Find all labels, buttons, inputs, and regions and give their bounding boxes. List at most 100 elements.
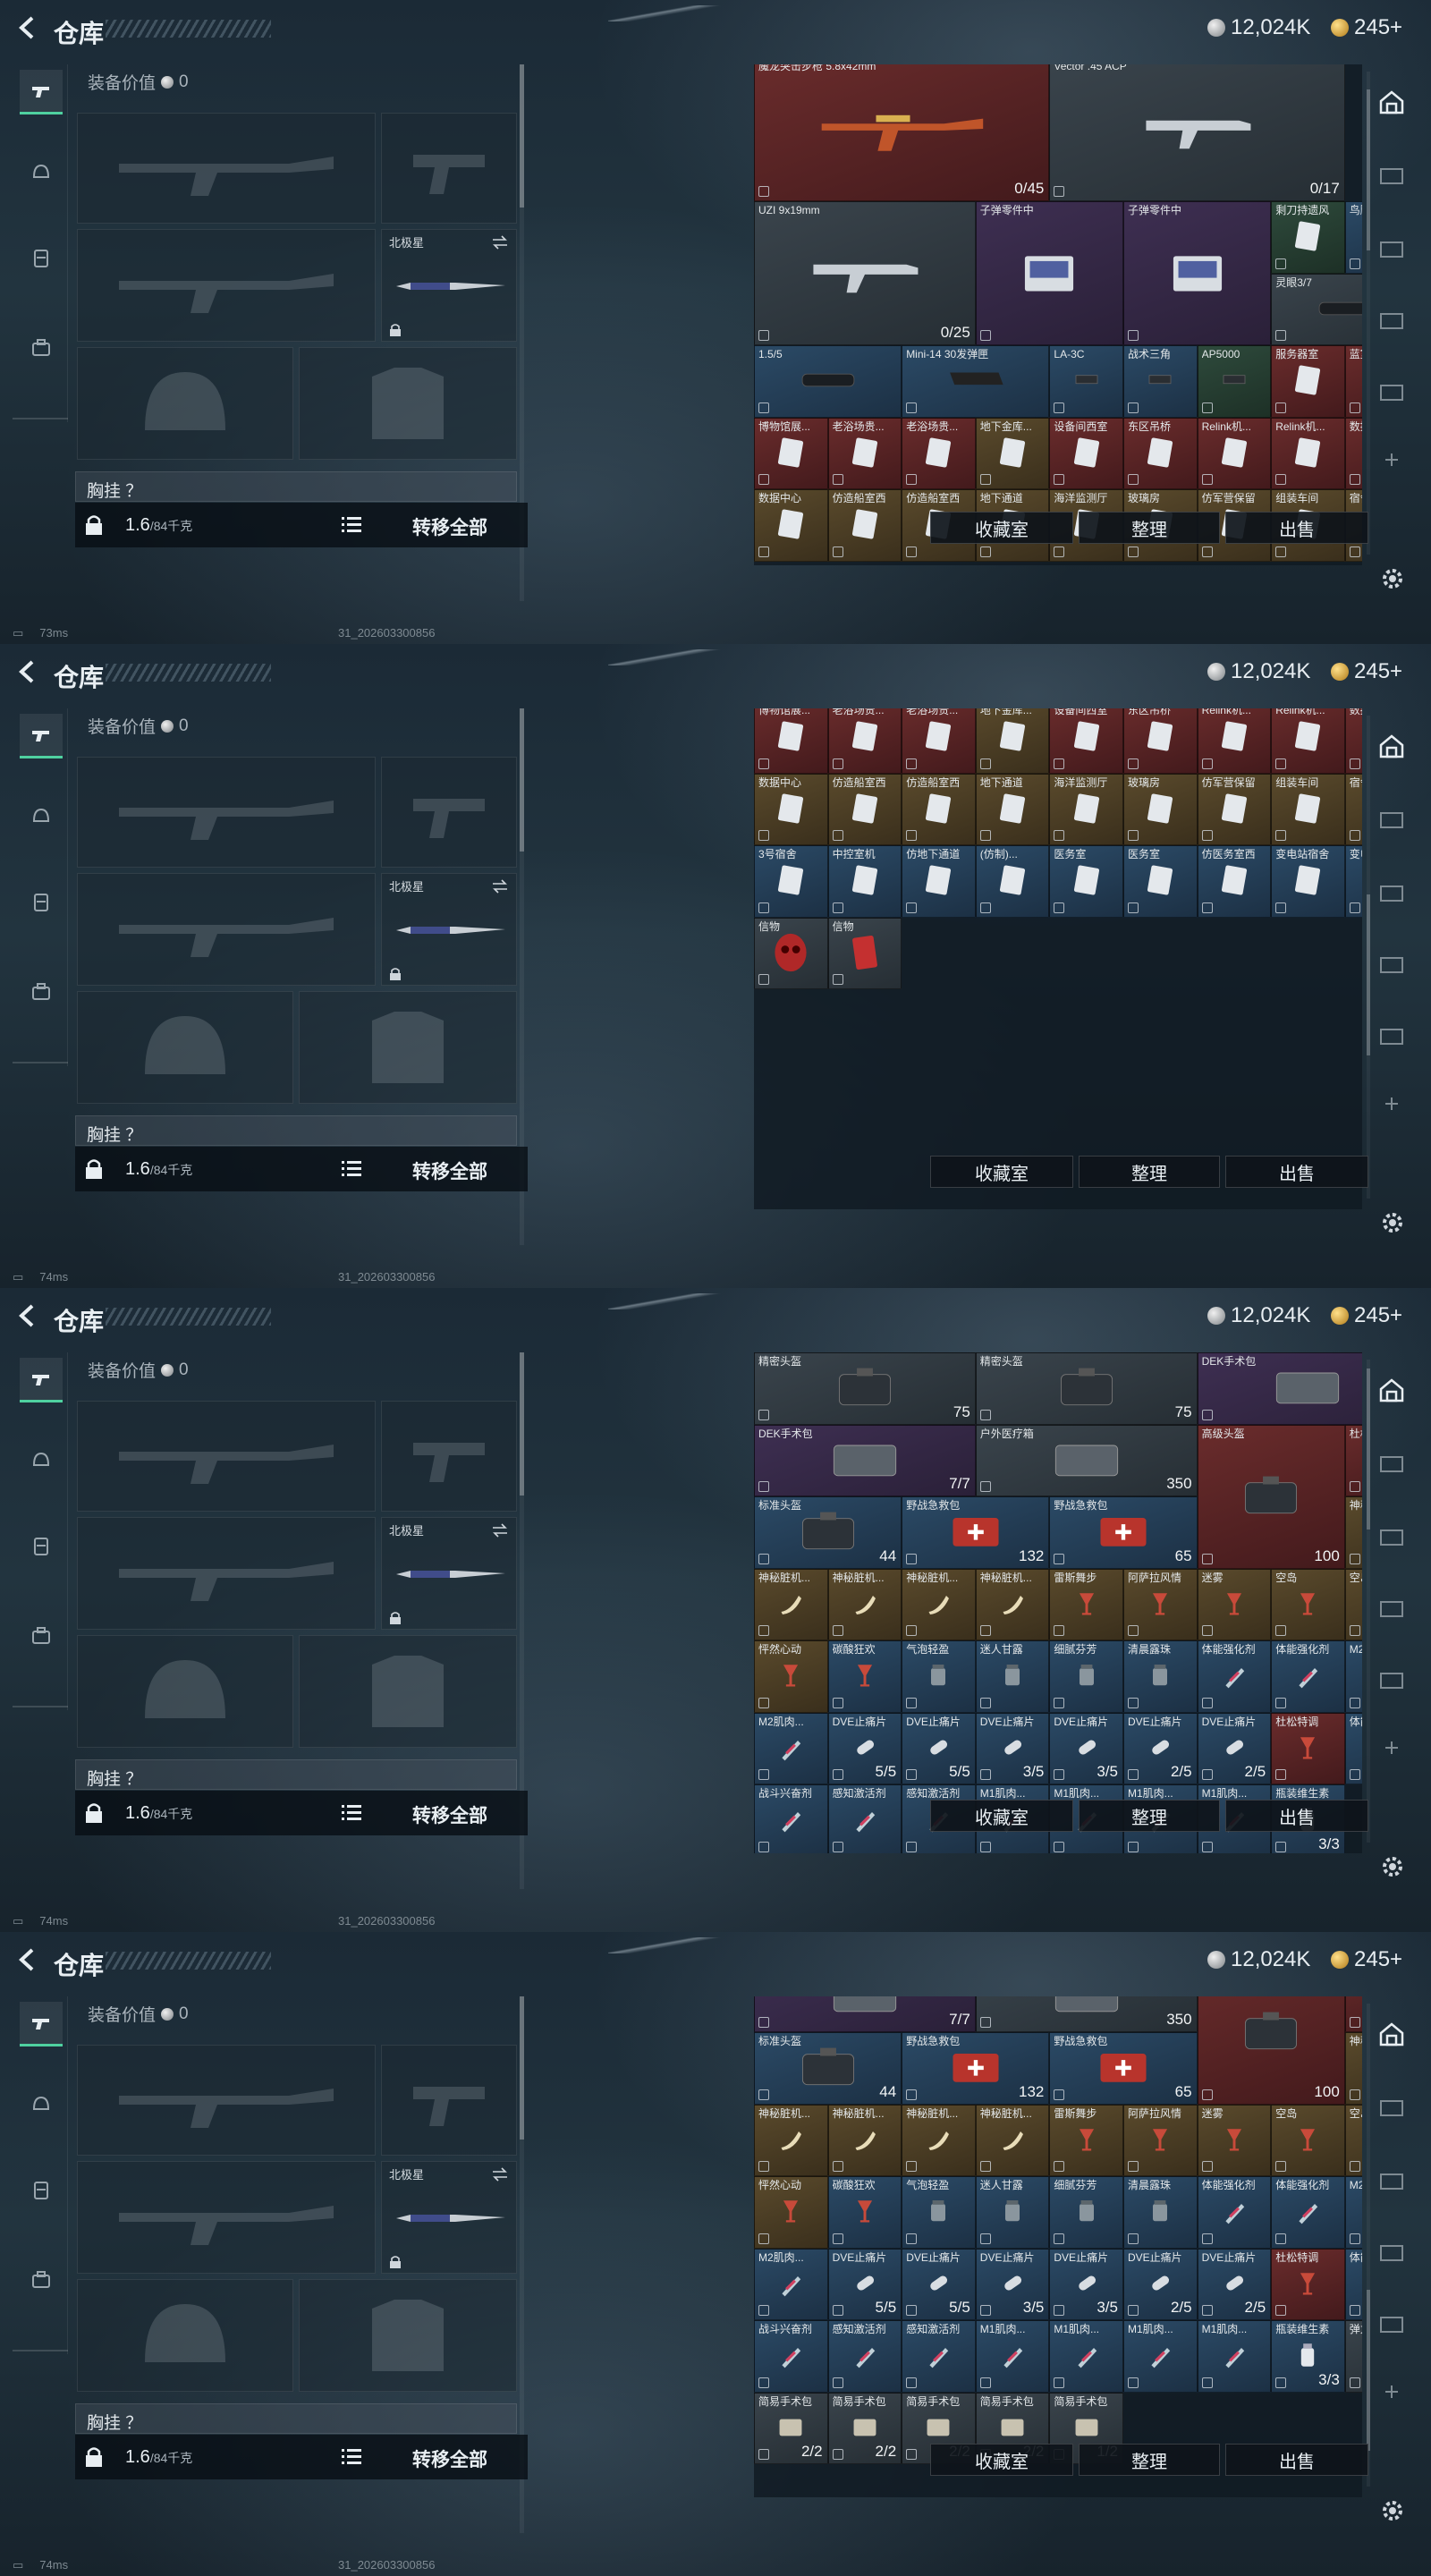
inventory-item[interactable]: 杜松特调 bbox=[1271, 1712, 1345, 1784]
nav-weapons[interactable] bbox=[20, 714, 63, 758]
primary-weapon-slot[interactable] bbox=[77, 2045, 376, 2156]
inventory-item[interactable]: 博物馆展... bbox=[754, 708, 828, 774]
tab-storage-3[interactable] bbox=[1377, 948, 1406, 980]
inventory-item[interactable]: 标准头盔 44 bbox=[754, 1496, 902, 1569]
transfer-all-button[interactable]: 转移全部 bbox=[412, 1157, 487, 1184]
scrollbar-thumb[interactable] bbox=[520, 64, 524, 208]
nav-weapons[interactable] bbox=[20, 2002, 63, 2046]
tab-storage-1[interactable] bbox=[1377, 2091, 1406, 2123]
chest-rig-slot[interactable]: 胸挂 ？ bbox=[75, 471, 517, 502]
inventory-item[interactable]: 神秘脏机... bbox=[975, 2104, 1050, 2176]
inventory-item[interactable]: 气泡轻盈 bbox=[902, 1640, 976, 1713]
inventory-item[interactable]: 神秘脏机... bbox=[754, 1568, 828, 1640]
tab-storage-1[interactable] bbox=[1377, 803, 1406, 835]
inventory-item[interactable]: 仿造船室西 bbox=[827, 489, 902, 562]
primary-weapon-slot[interactable] bbox=[77, 757, 376, 868]
inventory-item[interactable]: DVE止痛片 3/5 bbox=[1049, 2248, 1123, 2320]
scrollbar-thumb[interactable] bbox=[520, 708, 524, 852]
inventory-item[interactable]: 玻璃房 bbox=[1123, 773, 1198, 845]
inventory-item[interactable]: 宿舍201 bbox=[1344, 773, 1362, 845]
helmet-slot[interactable] bbox=[77, 991, 293, 1104]
inventory-item[interactable]: 杜松特调 bbox=[1271, 2248, 1345, 2320]
gold-currency[interactable]: 245+ bbox=[1331, 1946, 1402, 1973]
inventory-item[interactable]: M1肌肉... bbox=[1197, 2320, 1272, 2393]
inventory-item[interactable]: DEK手术包7/7 bbox=[1197, 1352, 1362, 1425]
inventory-item[interactable]: 感知激活剂 bbox=[827, 1784, 902, 1853]
gold-currency[interactable]: 245+ bbox=[1331, 14, 1402, 41]
inventory-item[interactable]: M2肌肉... bbox=[1344, 1640, 1362, 1713]
inventory-item[interactable]: DVE止痛片 5/5 bbox=[902, 1712, 976, 1784]
inventory-item[interactable]: 设备间西室 bbox=[1049, 708, 1123, 774]
inventory-item[interactable]: 简易手术包2/2 bbox=[754, 2392, 828, 2464]
inventory-item[interactable]: 高级头盔 100 bbox=[1197, 1424, 1345, 1569]
inventory-item[interactable]: 医务室 bbox=[1049, 845, 1123, 918]
inventory-item[interactable]: 数据中心 bbox=[754, 773, 828, 845]
inventory-item[interactable]: 变电站宿舍 bbox=[1271, 845, 1345, 918]
inventory-item[interactable]: 雷斯舞步 bbox=[1049, 2104, 1123, 2176]
inventory-item[interactable]: DVE止痛片 2/5 bbox=[1197, 1712, 1272, 1784]
tab-storage-2[interactable] bbox=[1377, 2165, 1406, 2197]
inventory-item[interactable]: 中控室机 bbox=[827, 845, 902, 918]
tab-storage-3[interactable] bbox=[1377, 1592, 1406, 1624]
nav-vest[interactable] bbox=[20, 2168, 63, 2213]
inventory-item[interactable]: 迷雾 bbox=[1197, 2104, 1272, 2176]
inventory-item[interactable]: 仿军营保留 bbox=[1197, 773, 1272, 845]
armor-slot[interactable] bbox=[299, 991, 517, 1104]
inventory-item[interactable]: 碳酸狂欢 bbox=[827, 2176, 902, 2249]
scrollbar-thumb[interactable] bbox=[1367, 894, 1370, 1055]
inventory-item[interactable]: 仿地下通道 bbox=[902, 845, 976, 918]
inventory-item[interactable]: 剩刀持遗风 bbox=[1271, 201, 1345, 274]
pistol-slot[interactable] bbox=[381, 2045, 517, 2156]
inventory-item[interactable]: Relink机... bbox=[1271, 708, 1345, 774]
inventory-item[interactable]: LA-3C bbox=[1049, 345, 1123, 418]
inventory-item[interactable]: 体能强化剂 bbox=[1271, 1640, 1345, 1713]
sell-button[interactable]: 出售 bbox=[1225, 1156, 1368, 1188]
inventory-item[interactable]: M1肌肉... bbox=[1049, 2320, 1123, 2393]
inventory-item[interactable]: 3号宿舍 bbox=[754, 845, 828, 918]
lock-icon[interactable] bbox=[84, 513, 104, 537]
inventory-item[interactable]: 设备间西室 bbox=[1049, 417, 1123, 489]
secondary-weapon-slot[interactable] bbox=[77, 2161, 376, 2274]
tab-storage-4[interactable] bbox=[1377, 1664, 1406, 1696]
list-icon[interactable] bbox=[342, 1803, 361, 1821]
back-arrow-icon[interactable] bbox=[13, 657, 43, 687]
inventory-item[interactable]: 怦然心动 bbox=[754, 1640, 828, 1713]
inventory-item[interactable]: AP5000 bbox=[1197, 345, 1272, 418]
inventory-item[interactable]: 蓝室核心 bbox=[1344, 345, 1362, 418]
transfer-all-button[interactable]: 转移全部 bbox=[412, 1801, 487, 1828]
inventory-item[interactable]: 战斗兴奋剂 bbox=[754, 2320, 828, 2393]
inventory-item[interactable]: 1.5/5 bbox=[754, 345, 902, 418]
sort-button[interactable]: 整理 bbox=[1079, 512, 1220, 544]
inventory-item[interactable]: 数据中心 bbox=[1344, 417, 1362, 489]
inventory-item[interactable]: 迷雾 bbox=[1197, 1568, 1272, 1640]
nav-backpack[interactable] bbox=[20, 326, 63, 370]
inventory-item[interactable]: 空岛 bbox=[1344, 1568, 1362, 1640]
inventory-item[interactable]: 体能强化剂 bbox=[1197, 2176, 1272, 2249]
melee-slot[interactable]: 北极星 bbox=[381, 2161, 517, 2274]
warehouse-scrollbar[interactable] bbox=[1367, 2004, 1370, 2487]
inventory-item[interactable]: 瓶装维生素 3/3 bbox=[1271, 2320, 1345, 2393]
inventory-item[interactable]: 信物 bbox=[754, 917, 828, 989]
inventory-item[interactable]: 神秘脏机... bbox=[1344, 1496, 1362, 1569]
inventory-item[interactable]: 博物馆展... bbox=[754, 417, 828, 489]
tab-main-warehouse[interactable] bbox=[1377, 86, 1406, 118]
lock-icon[interactable] bbox=[84, 1801, 104, 1825]
inventory-item[interactable]: DVE止痛片 3/5 bbox=[1049, 1712, 1123, 1784]
nav-vest[interactable] bbox=[20, 1524, 63, 1569]
inventory-item[interactable]: Relink机... bbox=[1271, 417, 1345, 489]
inventory-item[interactable]: 野战急救包 65 bbox=[1049, 1496, 1198, 1569]
scrollbar-thumb[interactable] bbox=[1367, 89, 1370, 250]
tab-storage-1[interactable] bbox=[1377, 159, 1406, 191]
inventory-item[interactable]: 野战急救包 132 bbox=[902, 2032, 1050, 2105]
pistol-slot[interactable] bbox=[381, 113, 517, 224]
inventory-item[interactable]: 鸟雕 bbox=[1344, 201, 1362, 274]
inventory-item[interactable]: 野战急救包 65 bbox=[1049, 2032, 1198, 2105]
inventory-item[interactable]: 海洋监测厅 bbox=[1049, 773, 1123, 845]
inventory-item[interactable]: 空岛 bbox=[1271, 2104, 1345, 2176]
collection-button[interactable]: 收藏室 bbox=[930, 1156, 1073, 1188]
inventory-item[interactable]: 精密头盔 75 bbox=[754, 1352, 976, 1425]
swap-icon[interactable] bbox=[491, 1523, 509, 1538]
inventory-item[interactable]: DVE止痛片 2/5 bbox=[1123, 2248, 1198, 2320]
collection-button[interactable]: 收藏室 bbox=[930, 2444, 1073, 2476]
inventory-item[interactable]: 魔龙突击步枪 5.8x42mm 0/45 bbox=[754, 64, 1050, 201]
